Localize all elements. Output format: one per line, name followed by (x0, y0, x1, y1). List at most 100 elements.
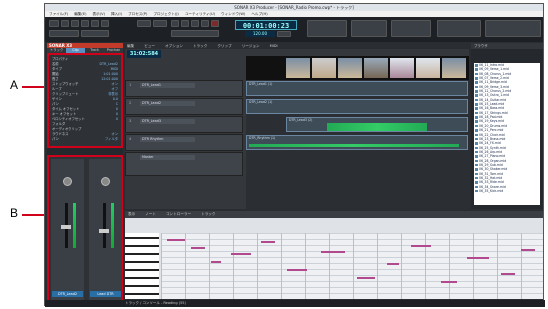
video-frame (416, 58, 440, 78)
property-value[interactable]: 0 (116, 117, 118, 122)
annotation-line-b (22, 214, 44, 216)
sync-module[interactable] (351, 20, 387, 37)
tv-menu-region[interactable]: リージョン (242, 43, 260, 49)
piano-keyboard[interactable] (125, 233, 159, 299)
track-headers: 1 DTR_Lead1 2 DTR_Lead2 3 DTR_Lead3 4 DTR Rh… (125, 80, 245, 209)
level-meter-1 (73, 203, 76, 248)
track-name[interactable]: DTR_Lead1 (140, 83, 195, 88)
pr-menu-notes[interactable]: ノート (145, 211, 156, 218)
piano-roll-view: 表示 ノート コントローラー トラック (125, 211, 543, 299)
video-thumbnail-track (246, 56, 469, 80)
volume-fader-cap-2[interactable] (99, 229, 109, 233)
property-row[interactable]: パン フィルタ (52, 137, 118, 142)
midi-note[interactable] (261, 241, 275, 243)
track-header[interactable]: Master (125, 152, 243, 176)
track-header[interactable]: 3 DTR_Lead3 (125, 116, 243, 133)
tv-menu-view[interactable]: ビュー (144, 43, 155, 49)
smart-tool-button[interactable] (49, 20, 59, 27)
midi-note[interactable] (321, 251, 345, 253)
midi-note[interactable] (521, 249, 535, 251)
midi-note[interactable] (387, 263, 399, 265)
tv-menu-clip[interactable]: クリップ (217, 43, 231, 49)
track-header[interactable]: 1 DTR_Lead1 (125, 80, 243, 97)
tempo-display[interactable]: 120.00 (245, 31, 275, 37)
file-item[interactable]: 06_35_Kick.mid (474, 189, 540, 193)
track-name[interactable]: DTR_Lead2 (140, 101, 195, 106)
tv-menu-edit[interactable]: 編集 (127, 43, 134, 49)
track-number: 3 (129, 119, 132, 123)
select-tool-button[interactable] (61, 20, 69, 27)
clip[interactable]: DTR_Lead1 (1) (246, 81, 468, 96)
performance-module[interactable] (437, 20, 481, 37)
pr-menu-view[interactable]: 表示 (128, 211, 135, 218)
tv-menu-options[interactable]: オプション (165, 43, 183, 49)
strip-name-2[interactable]: Lead DTR (90, 291, 121, 297)
property-key: パン (52, 137, 59, 141)
time-display[interactable]: 00:01:00:23 (235, 20, 297, 30)
clip[interactable]: DTR_Rhythm (1) (246, 135, 468, 150)
pr-menu-controllers[interactable]: コントローラー (166, 211, 191, 218)
track-name[interactable]: Master (140, 155, 195, 160)
move-tool-button[interactable] (71, 20, 79, 27)
track-view-menu: 編集 ビュー オプション トラック クリップ リージョン MIDI (125, 43, 469, 49)
pan-knob-2[interactable] (101, 177, 110, 186)
snap-button[interactable] (49, 30, 79, 37)
marker-button[interactable] (81, 30, 109, 37)
midi-note[interactable] (467, 257, 489, 259)
volume-fader-cap-1[interactable] (61, 225, 71, 229)
tv-menu-track[interactable]: トラック (193, 43, 207, 49)
note-grid[interactable] (161, 233, 543, 299)
now-time: 31:02:584 (127, 50, 161, 58)
clip[interactable]: DTR_Lead2 (1) (246, 99, 468, 114)
file-list[interactable]: 06_11_Intro.mid 06_09_Verse_1.mid 06_08_Ch… (474, 63, 540, 205)
title-bar: SONAR X3 Producer - [SONAR_Radio Promo.c… (45, 4, 543, 11)
annotation-line-a (22, 86, 44, 88)
record-button[interactable] (211, 20, 219, 27)
video-frame (286, 58, 310, 78)
channel-strip-1: DTR_Lead2 (51, 159, 84, 303)
track-name[interactable]: DTR_Lead3 (140, 119, 195, 124)
draw-tool-button[interactable] (91, 20, 99, 27)
tv-menu-midi[interactable]: MIDI (270, 43, 278, 49)
status-bar: トラック / コンソール - Reading (55) (45, 300, 545, 307)
midi-note[interactable] (287, 269, 307, 271)
forward-button[interactable] (201, 20, 209, 27)
metronome-button[interactable] (171, 30, 219, 37)
midi-note[interactable] (211, 261, 221, 263)
midi-note[interactable] (501, 273, 515, 275)
volume-fader-track-2[interactable] (103, 203, 106, 248)
property-value[interactable]: フィルタ (105, 137, 118, 142)
pr-menu-track[interactable]: トラック (201, 211, 215, 218)
stop-button[interactable] (181, 20, 189, 27)
screenset-module[interactable] (485, 20, 541, 37)
strip-name-1[interactable]: DTR_Lead2 (52, 291, 83, 297)
rewind-button[interactable] (171, 20, 179, 27)
midi-note[interactable] (357, 277, 375, 279)
piano-roll-menu: 表示 ノート コントローラー トラック (125, 211, 543, 218)
track-header[interactable]: 2 DTR_Lead2 (125, 98, 243, 115)
pan-knob-1[interactable] (63, 177, 72, 186)
video-frame (442, 58, 466, 78)
play-button[interactable] (191, 20, 199, 27)
punch-button[interactable] (153, 20, 167, 27)
meter-display[interactable] (277, 31, 291, 37)
track-header[interactable]: 4 DTR Rhythm (125, 134, 243, 151)
midi-note[interactable] (411, 245, 431, 247)
clip-properties-box: プロパティ 名前 DTR_Lead2 タイプ MIDI 開始 1:01:000 長さ 12:01… (47, 53, 123, 148)
audio-waveform (249, 144, 459, 147)
track-number: 4 (129, 137, 132, 141)
tools-module[interactable] (391, 20, 431, 37)
browser-tab[interactable]: ブラウザ (471, 43, 543, 49)
audio-waveform (327, 123, 427, 131)
mix-module[interactable] (307, 20, 347, 37)
track-name[interactable]: DTR Rhythm (140, 137, 195, 142)
loop-button[interactable] (137, 20, 151, 27)
clip[interactable]: DTR_Lead3 (2) (286, 117, 468, 132)
track-number: 1 (129, 83, 132, 87)
erase-tool-button[interactable] (101, 20, 109, 27)
midi-note[interactable] (231, 253, 251, 255)
midi-note[interactable] (191, 247, 205, 249)
edit-tool-button[interactable] (81, 20, 89, 27)
midi-note[interactable] (441, 281, 457, 283)
midi-note[interactable] (167, 239, 185, 241)
